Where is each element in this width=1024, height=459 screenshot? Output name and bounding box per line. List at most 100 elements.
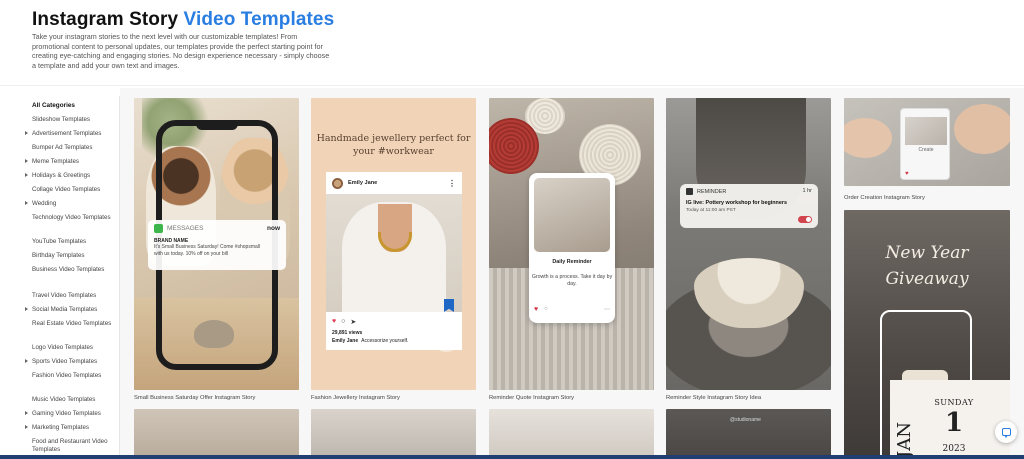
template-card-small-business[interactable]: MESSAGES now BRAND NAME It's Small Busine… [134,98,299,390]
sidebar-category-item[interactable]: Logo Video Templates [32,344,112,352]
reminder-title: IG live: Pottery workshop for beginners [686,200,787,206]
expand-arrow-icon[interactable] [25,201,28,205]
sidebar-category-item[interactable]: Social Media Templates [25,306,112,314]
sidebar-category-item[interactable]: Bumper Ad Templates [32,144,112,152]
calendar-year: 2023 [942,444,966,454]
expand-arrow-icon[interactable] [25,411,28,415]
sidebar-category-item[interactable]: Meme Templates [25,158,112,166]
sidebar-category-label: Birthday Templates [32,252,85,259]
avatar [332,177,343,189]
phone-notch [196,122,238,130]
expand-arrow-icon[interactable] [25,173,28,177]
template-grid: MESSAGES now BRAND NAME It's Small Busine… [120,88,1024,459]
template-card[interactable] [134,409,299,459]
template-caption[interactable]: Reminder Style Instagram Story Idea [666,395,761,401]
sidebar-category-label: Logo Video Templates [32,344,94,351]
sidebar-category-item[interactable]: YouTube Templates [32,238,112,246]
sidebar-category-label: Music Video Templates [32,396,96,403]
sidebar-category-item[interactable]: All Categories [32,102,112,110]
chat-icon [1001,428,1011,438]
sidebar-category-label: Collage Video Templates [32,186,101,193]
sidebar-category-item[interactable]: Technology Video Templates [32,214,112,222]
template-caption[interactable]: Reminder Quote Instagram Story [489,395,574,401]
card-quote: Growth is a process. Take it day by day. [531,274,613,287]
footer-bar [0,455,1024,459]
toggle-switch [798,216,812,223]
reminder-time: 1 hr [802,188,812,194]
template-card-reminder-quote[interactable]: Daily Reminder Growth is a process. Take… [489,98,654,390]
giveaway-title: New Year Giveaway [844,240,1010,292]
sidebar-category-item[interactable]: Food and Restaurant Video Templates [32,438,112,454]
heart-icon: ♥ [534,305,539,313]
template-card-new-year-giveaway[interactable]: New Year Giveaway JAN SUNDAY 1 2023 [844,210,1010,459]
post-mock: Create ♥ [900,108,950,180]
sidebar-category-item[interactable]: Real Estate Video Templates [32,320,112,328]
sidebar-category-item[interactable]: Sports Video Templates [25,358,112,366]
heart-icon: ♥ [332,318,337,325]
sidebar-category-label: Travel Video Templates [32,292,97,299]
page-title: Instagram Story Video Templates [32,9,334,31]
sidebar-category-label: YouTube Templates [32,238,87,245]
sidebar-category-item[interactable]: Collage Video Templates [32,186,112,194]
share-icon: ➤ [350,319,357,326]
template-card-order-creation[interactable]: Create ♥ [844,98,1010,186]
title-line-2: Giveaway [885,269,969,289]
expand-arrow-icon[interactable] [25,131,28,135]
post-caption-user: Emily Jane [332,338,359,344]
hand [954,104,1010,154]
template-card[interactable]: @studioname [666,409,831,459]
chat-button[interactable] [995,421,1017,443]
post-views: 29,891 views [332,330,363,336]
sidebar-category-item[interactable]: Advertisement Templates [25,130,112,138]
template-card-reminder-style[interactable]: REMINDER 1 hr IG live: Pottery workshop f… [666,98,831,390]
sidebar-category-label: Bumper Ad Templates [32,144,93,151]
template-card[interactable] [311,409,476,459]
card-handle: @studioname [730,417,761,423]
reminder-notification: REMINDER 1 hr IG live: Pottery workshop f… [680,184,818,228]
sidebar-category-label: All Categories [32,102,75,109]
reminder-icon [686,188,693,195]
expand-arrow-icon[interactable] [25,307,28,311]
message-notification: MESSAGES now BRAND NAME It's Small Busine… [148,220,286,270]
sidebar-category-label: Social Media Templates [32,306,98,313]
card-title: Daily Reminder [552,259,592,265]
sidebar-category-label: Slideshow Templates [32,116,91,123]
sidebar-category-label: Advertisement Templates [32,130,102,137]
message-time: now [267,225,280,232]
sidebar-category-item[interactable]: Marketing Templates [25,424,112,432]
page-title-accent: Video Templates [183,9,335,30]
comment-icon: ○ [544,306,548,312]
message-body: It's Small Business Saturday! Come #shop… [154,244,260,257]
hand [844,118,892,158]
bookmark-icon [444,299,454,312]
sidebar-category-item[interactable]: Slideshow Templates [32,116,112,124]
template-card-fashion-jewellery[interactable]: Handmade jewellery perfect for your #wor… [311,98,476,390]
sidebar-category-label: Real Estate Video Templates [32,320,112,327]
template-caption[interactable]: Order Creation Instagram Story [844,195,925,201]
reminder-subtitle: Today at 11:00 am PST [686,208,736,213]
sidebar-category-item[interactable]: Fashion Video Templates [32,372,112,380]
template-heading: Handmade jewellery perfect for your #wor… [316,133,471,157]
sidebar-category-item[interactable]: Wedding [25,200,112,208]
sidebar-category-item[interactable]: Business Video Templates [32,266,112,274]
post-caption: Emily Jane Accessorize yourself. [332,338,408,344]
sidebar-category-label: Fashion Video Templates [32,372,102,379]
sidebar-category-label: Meme Templates [32,158,79,165]
sidebar-category-item[interactable]: Holidays & Greetings [25,172,112,180]
template-caption[interactable]: Small Business Saturday Offer Instagram … [134,395,255,401]
sidebar-category-label: Technology Video Templates [32,214,111,221]
expand-arrow-icon[interactable] [25,359,28,363]
sidebar-category-item[interactable]: Gaming Video Templates [25,410,112,418]
expand-arrow-icon[interactable] [25,425,28,429]
template-card[interactable] [489,409,654,459]
sidebar-category-item[interactable]: Travel Video Templates [32,292,112,300]
post-username: Emily Jane [348,180,378,186]
sidebar-category-label: Wedding [32,200,57,207]
expand-arrow-icon[interactable] [25,159,28,163]
title-line-1: New Year [885,243,969,263]
calendar-month: JAN [894,422,915,458]
category-sidebar: All Categories Slideshow Templates Adverti… [0,96,120,459]
sidebar-category-item[interactable]: Music Video Templates [32,396,112,404]
template-caption[interactable]: Fashion Jewellery Instagram Story [311,395,400,401]
sidebar-category-item[interactable]: Birthday Templates [32,252,112,260]
